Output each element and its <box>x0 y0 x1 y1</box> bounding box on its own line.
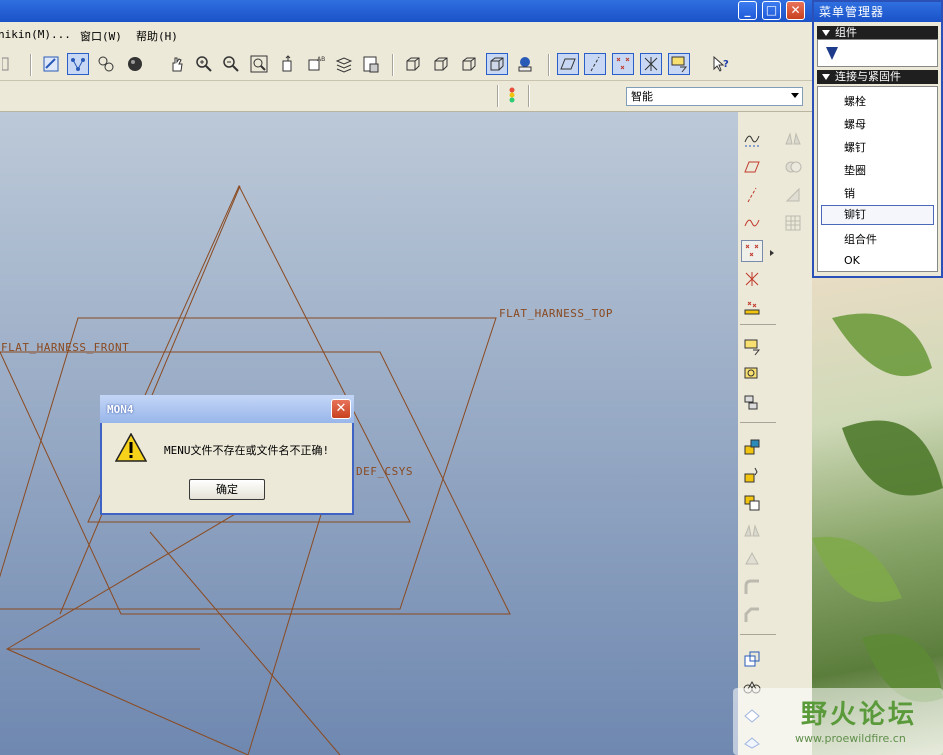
dialog-title: MON4 <box>107 403 134 416</box>
layers-icon[interactable] <box>333 53 355 75</box>
shaded-icon[interactable] <box>486 53 508 75</box>
zoom-out-icon[interactable] <box>220 53 242 75</box>
datum-curve-tool-icon[interactable] <box>741 212 763 234</box>
create-component-icon[interactable] <box>741 464 763 486</box>
menu-item-washer[interactable]: 垫圈 <box>844 162 866 178</box>
menu-bar: nikin(M)... 窗口(W) 帮助(H) <box>0 22 812 51</box>
refit-icon[interactable] <box>248 53 270 75</box>
menu-item-applications[interactable]: nikin(M)... <box>0 28 71 41</box>
dialog-message: MENU文件不存在或文件名不正确! <box>164 444 330 457</box>
note-tool-icon[interactable] <box>741 364 763 386</box>
svg-text:AB: AB <box>317 56 325 63</box>
csys-icon[interactable] <box>640 53 662 75</box>
datum-plane-tool-icon[interactable] <box>741 156 763 178</box>
pattern-feature-icon <box>782 212 804 234</box>
symbol-tool-icon[interactable] <box>741 392 763 414</box>
svg-text:?: ? <box>723 59 729 70</box>
round-tool-icon <box>741 576 763 598</box>
redraw-icon[interactable] <box>40 53 62 75</box>
zoom-in-icon[interactable] <box>193 53 215 75</box>
menu-item-pin[interactable]: 销 <box>844 185 855 201</box>
menu-item-rivet[interactable]: 铆钉 <box>821 205 934 225</box>
reorient-icon[interactable] <box>277 53 299 75</box>
assembly-selector[interactable] <box>817 39 938 67</box>
datum-axis-tool-icon[interactable] <box>741 184 763 206</box>
merge-feature-icon <box>782 156 804 178</box>
orient-icon[interactable] <box>95 53 117 75</box>
datum-points-icon[interactable] <box>612 53 634 75</box>
window-title-bar[interactable]: _ □ ✕ <box>0 0 812 22</box>
menu-manager-title[interactable]: 菜单管理器 <box>814 2 941 22</box>
minimize-button[interactable]: _ <box>738 1 757 20</box>
csys-tool-icon[interactable] <box>741 268 763 290</box>
mirror-feature-icon <box>782 128 804 150</box>
maximize-button[interactable]: □ <box>762 1 781 20</box>
datum-label-top: FLAT_HARNESS_TOP <box>499 307 613 320</box>
section-title-fasteners: 连接与紧固件 <box>835 70 901 83</box>
annotation-tool-icon[interactable] <box>741 336 763 358</box>
selection-filter-dropdown[interactable]: 智能 <box>626 87 803 106</box>
datum-point-tool-icon[interactable] <box>741 240 763 262</box>
repeat-component-icon <box>741 548 763 570</box>
main-toolbar: AB ? <box>0 50 812 81</box>
datum-label-front: FLAT_HARNESS_FRONT <box>1 341 130 354</box>
spin-center-icon[interactable] <box>67 53 89 75</box>
analysis-feature-icon[interactable] <box>741 296 763 318</box>
menu-item-ok[interactable]: OK <box>844 254 860 267</box>
saved-views-icon[interactable]: AB <box>305 53 327 75</box>
hidden-line-icon[interactable] <box>430 53 452 75</box>
menu-item-screw[interactable]: 螺钉 <box>844 139 866 155</box>
no-hidden-icon[interactable] <box>458 53 480 75</box>
datum-axes-icon[interactable] <box>584 53 606 75</box>
flyout-arrow-icon[interactable] <box>768 242 776 264</box>
fastener-menu-list: 螺栓 螺母 螺钉 垫圈 销 铆钉 组合件 OK <box>817 86 938 272</box>
forum-watermark: 野火论坛 www.proewildfire.cn <box>733 688 943 755</box>
desktop-wallpaper <box>812 278 943 755</box>
shading-icon[interactable] <box>124 53 146 75</box>
section-title-assembly: 组件 <box>835 26 857 39</box>
assemble-component-icon[interactable] <box>741 436 763 458</box>
section-header-fasteners[interactable]: 连接与紧固件 <box>817 70 938 84</box>
annotation-icon[interactable] <box>668 53 690 75</box>
close-button[interactable]: ✕ <box>786 1 805 20</box>
section-header-assembly[interactable]: 组件 <box>817 26 938 40</box>
watermark-title: 野火论坛 <box>801 700 918 730</box>
pan-icon[interactable] <box>166 53 188 75</box>
menu-manager-window: 菜单管理器 组件 连接与紧固件 螺栓 螺母 螺钉 垫圈 销 铆钉 组合件 OK <box>812 0 943 278</box>
shrinkwrap-icon[interactable] <box>741 648 763 670</box>
error-dialog: MON4 ✕ MENU文件不存在或文件名不正确! 确定 <box>100 395 354 515</box>
menu-item-bolt[interactable]: 螺栓 <box>844 93 866 109</box>
feature-toolbar <box>738 112 812 755</box>
wireframe-icon[interactable] <box>402 53 424 75</box>
assembly-dropdown-icon <box>826 47 838 60</box>
selection-filter-value: 智能 <box>631 90 653 103</box>
mirror-component-icon <box>741 520 763 542</box>
warning-icon <box>115 433 147 462</box>
menu-item-help[interactable]: 帮助(H) <box>136 28 178 44</box>
datum-label-csys: DEF_CSYS <box>356 465 413 478</box>
ok-button[interactable]: 确定 <box>189 479 265 500</box>
leaf-graphic <box>812 313 943 702</box>
toolbar-overflow-icon[interactable] <box>0 53 22 75</box>
status-light-icon[interactable] <box>501 84 523 106</box>
display-style-icon[interactable] <box>514 53 536 75</box>
dialog-close-button[interactable]: ✕ <box>331 399 351 419</box>
menu-item-nut[interactable]: 螺母 <box>844 116 866 132</box>
collapse-arrow-icon <box>822 74 830 80</box>
dialog-title-bar[interactable]: MON4 ✕ <box>100 395 354 423</box>
trim-feature-icon <box>782 184 804 206</box>
menu-item-combination[interactable]: 组合件 <box>844 231 877 247</box>
collapse-arrow-icon <box>822 30 830 36</box>
datum-planes-icon[interactable] <box>557 53 579 75</box>
menu-item-window[interactable]: 窗口(W) <box>80 28 122 44</box>
chevron-down-icon <box>791 93 799 98</box>
filter-bar: 智能 <box>0 81 812 112</box>
pro-engineer-window: _ □ ✕ nikin(M)... 窗口(W) 帮助(H) AB ? 智能 FL… <box>0 0 812 755</box>
datum-curve-sketch-icon[interactable] <box>741 128 763 150</box>
model-tree-icon[interactable] <box>360 53 382 75</box>
watermark-url: www.proewildfire.cn <box>795 732 906 745</box>
context-help-icon[interactable]: ? <box>710 53 732 75</box>
chamfer-tool-icon <box>741 604 763 626</box>
package-component-icon[interactable] <box>741 492 763 514</box>
